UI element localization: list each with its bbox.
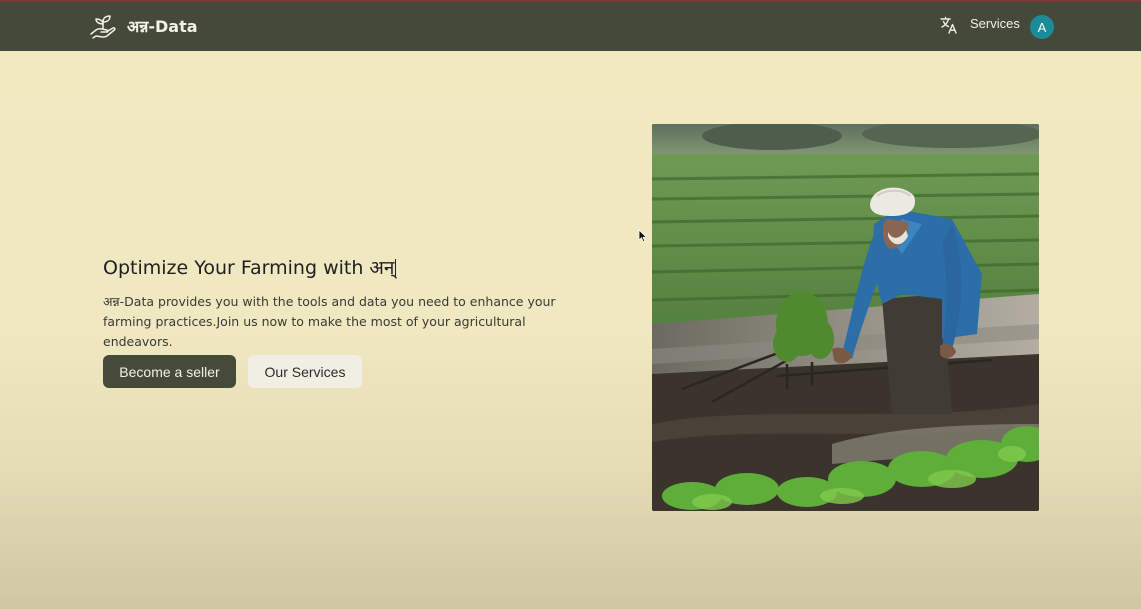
hero-description: अन्न-Data provides you with the tools an… xyxy=(103,294,556,349)
nav-services-link[interactable]: Services xyxy=(970,16,1020,31)
hand-holding-sprout-icon xyxy=(90,15,116,39)
farmer-working-in-field-image xyxy=(652,124,1039,511)
navbar: अन्न-Data Services A xyxy=(0,2,1141,51)
user-avatar[interactable]: A xyxy=(1030,15,1054,39)
mouse-cursor-icon xyxy=(638,229,648,243)
typing-caret xyxy=(395,259,397,277)
hero-heading: Optimize Your Farming with अन् xyxy=(103,254,397,280)
brand-name: अन्न-Data xyxy=(127,17,198,36)
translate-icon[interactable] xyxy=(939,15,959,35)
brand[interactable]: अन्न-Data xyxy=(88,10,198,42)
our-services-button[interactable]: Our Services xyxy=(248,355,362,388)
hero-heading-text: Optimize Your Farming with अन् xyxy=(103,257,395,279)
become-seller-button[interactable]: Become a seller xyxy=(103,355,236,388)
